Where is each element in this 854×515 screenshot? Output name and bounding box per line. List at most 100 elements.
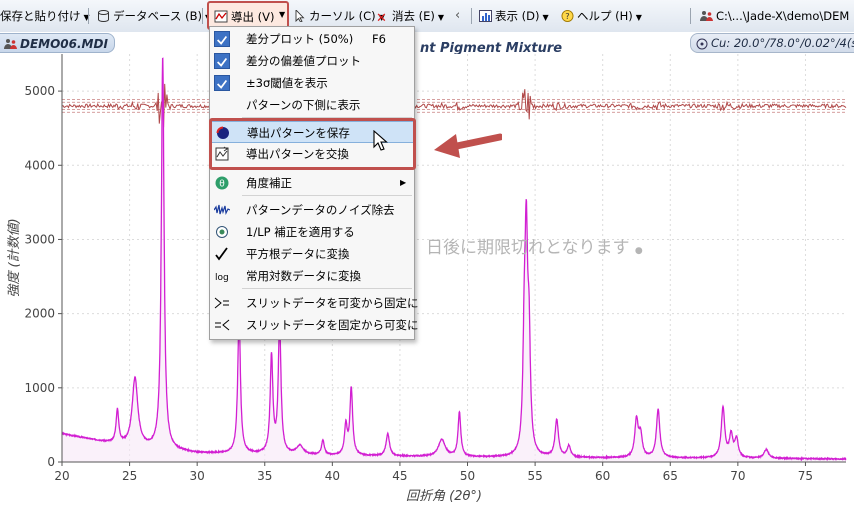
menu-item-label: スリットデータを固定から可変に xyxy=(246,318,419,332)
chevron-left-icon[interactable]: ‹ xyxy=(455,7,460,25)
menu-item-label: パターンの下側に表示 xyxy=(246,98,361,112)
y-tick-label: 5000 xyxy=(24,84,55,98)
log-icon: log xyxy=(214,268,230,284)
target-icon xyxy=(696,38,708,50)
checkmark-icon xyxy=(214,53,230,69)
x-tick-label: 55 xyxy=(527,469,542,483)
menu-item-label: 角度補正 xyxy=(246,176,292,190)
export-dropdown-menu: 差分プロット (50%) F6 差分の偏差値プロット ±3σ閾値を表示パターンの下側に… xyxy=(209,26,419,340)
menu-item-3[interactable]: ±3σ閾値を表示 xyxy=(210,72,414,94)
license-watermark: 日後に期限切れとなります ● xyxy=(426,233,643,258)
document-tab-label: DEMO06.MDI xyxy=(20,37,108,51)
menu-item-11[interactable]: log 常用対数データに変換 xyxy=(210,265,414,287)
scan-parameters-text: Cu: 20.0°/78.0°/0.02°/4(s) xyxy=(711,36,854,50)
menu-item-7[interactable]: θ 角度補正 ▶ xyxy=(210,172,414,194)
slit-fixed-icon xyxy=(214,295,230,311)
menu-item-10[interactable]: 平方根データに変換 xyxy=(210,243,414,265)
x-tick-label: 70 xyxy=(730,469,745,483)
y-tick-label: 4000 xyxy=(24,158,55,172)
x-axis-label: 回折角 (2θ°) xyxy=(406,489,482,504)
menu-item-12[interactable]: スリットデータを可変から固定に xyxy=(210,292,419,314)
chevron-down-icon: ▼ xyxy=(279,10,286,19)
x-tick-label: 35 xyxy=(257,469,272,483)
menu-item-shortcut: F6 xyxy=(372,32,386,46)
plot-background xyxy=(62,54,846,462)
x-tick-label: 45 xyxy=(392,469,407,483)
dot-icon: ● xyxy=(634,246,643,256)
menu-item-label: パターンデータのノイズ除去 xyxy=(246,203,395,217)
toolbar-divider xyxy=(88,8,89,24)
grid xyxy=(61,54,846,463)
license-watermark-text: 日後に期限切れとなります xyxy=(426,238,630,258)
y-tick-label: 0 xyxy=(47,455,55,469)
database-menu-button[interactable]: データベース (B)▼ xyxy=(97,7,211,25)
cursor-menu-button[interactable]: カーソル (C) ▼ xyxy=(293,7,385,25)
svg-text:?: ? xyxy=(565,11,569,21)
menu-item-label: 平方根データに変換 xyxy=(246,247,350,261)
document-tab[interactable]: DEMO06.MDI xyxy=(0,33,115,53)
cursor-menu-label: カーソル (C) xyxy=(309,9,376,23)
users-icon xyxy=(700,11,713,21)
database-icon xyxy=(98,10,109,22)
export-menu-label: 導出 (V) xyxy=(231,10,275,24)
submenu-arrow-icon: ▶ xyxy=(400,178,407,187)
chevron-down-icon: ▼ xyxy=(542,13,549,22)
noise-icon xyxy=(213,202,231,218)
x-tick-label: 40 xyxy=(325,469,340,483)
y-tick-label: 1000 xyxy=(24,381,55,395)
mouse-cursor-icon xyxy=(373,130,388,151)
toolbar-divider xyxy=(471,8,472,24)
save-paste-button[interactable]: 保存と貼り付け ▼ xyxy=(0,7,90,25)
x-tick-label: 50 xyxy=(460,469,475,483)
svg-text:log: log xyxy=(215,273,229,283)
help-menu-button[interactable]: ? ヘルプ (H) ▼ xyxy=(561,7,642,25)
menu-item-13[interactable]: スリットデータを固定から可変に xyxy=(210,314,419,336)
menu-item-1[interactable]: 差分プロット (50%) F6 xyxy=(210,28,414,50)
view-menu-button[interactable]: 表示 (D) ▼ xyxy=(479,7,549,25)
svg-text:θ: θ xyxy=(219,180,225,190)
checkmark-icon xyxy=(214,31,230,47)
scan-parameters-badge: Cu: 20.0°/78.0°/0.02°/4(s) xyxy=(690,33,854,53)
sqrt-icon xyxy=(214,246,230,262)
menu-item-9[interactable]: 1/LP 補正を適用する xyxy=(210,221,414,243)
file-path-text: C:\...\Jade-X\demo\DEM xyxy=(716,9,850,23)
diffraction-chart[interactable]: 20 25 30 35 40 45 50 55 60 65 70 75 0 1000 2000 3000 400… xyxy=(0,54,854,515)
x-tick-label: 60 xyxy=(595,469,610,483)
x-tick-label: 75 xyxy=(798,469,813,483)
x-tick-label: 20 xyxy=(54,469,69,483)
menu-divider xyxy=(242,288,412,289)
menu-item-label: ±3σ閾値を表示 xyxy=(246,76,328,90)
users-icon xyxy=(4,39,17,49)
menu-item-label: 差分の偏差値プロット xyxy=(246,54,361,68)
menu-item-label: スリットデータを可変から固定に xyxy=(246,296,419,310)
menu-divider xyxy=(242,195,412,196)
menu-item-2[interactable]: 差分の偏差値プロット xyxy=(210,50,414,72)
menu-item-8[interactable]: パターンデータのノイズ除去 xyxy=(210,199,414,221)
menu-item-4[interactable]: パターンの下側に表示 xyxy=(210,94,414,116)
lp-icon xyxy=(214,224,230,240)
main-toolbar: 保存と貼り付け▼ データベース (B)▼ 導出 (V) ▼ カーソル (C)▼ … xyxy=(0,0,854,33)
x-tick-label: 30 xyxy=(190,469,205,483)
file-path-display: C:\...\Jade-X\demo\DEM xyxy=(700,7,854,25)
cursor-arrow-icon xyxy=(295,10,305,22)
save-paste-label: 保存と貼り付け xyxy=(0,9,81,23)
export-pattern-icon xyxy=(214,10,228,23)
y-tick-label: 2000 xyxy=(24,307,55,321)
erase-menu-button[interactable]: ✕ 消去 (E) ▼ xyxy=(376,7,444,26)
x-tick-label: 25 xyxy=(122,469,137,483)
toolbar-divider xyxy=(202,8,203,24)
chevron-down-icon: ▼ xyxy=(635,13,642,22)
toolbar-divider xyxy=(690,8,691,24)
slit-variable-icon xyxy=(214,317,230,333)
menu-item-label: 差分プロット (50%) xyxy=(246,32,354,46)
checkmark-icon xyxy=(214,75,230,91)
angle-correction-icon: θ xyxy=(214,175,230,191)
erase-x-icon: ✕ xyxy=(376,11,387,26)
help-menu-label: ヘルプ (H) xyxy=(577,9,633,23)
x-tick-label: 65 xyxy=(663,469,678,483)
y-tick-label: 3000 xyxy=(24,232,55,246)
erase-menu-label: 消去 (E) xyxy=(392,9,435,23)
database-label: データベース (B) xyxy=(113,9,202,23)
annotation-arrow-icon xyxy=(434,133,502,158)
menu-item-label: 1/LP 補正を適用する xyxy=(246,225,355,239)
